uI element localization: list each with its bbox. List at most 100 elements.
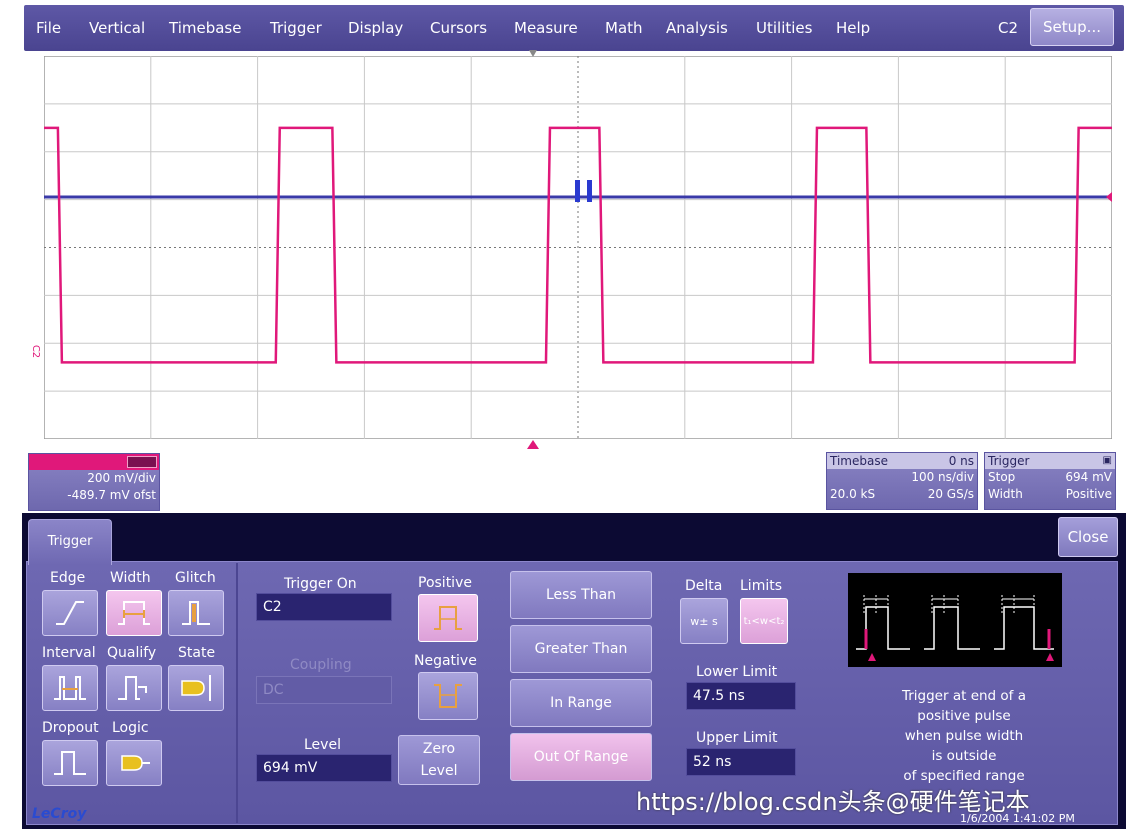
trigger-type-edge-label: Edge [50, 570, 86, 586]
trigger-type-dropout[interactable] [42, 740, 98, 786]
active-channel-label: C2 [998, 19, 1019, 37]
menu-bar: File Vertical Timebase Trigger Display C… [24, 5, 1124, 51]
channel-scale: 200 mV/div [87, 471, 156, 485]
upper-limit-label: Upper Limit [696, 730, 778, 746]
zero-level-line1: Zero [422, 741, 456, 757]
menu-file[interactable]: File [36, 19, 61, 37]
delta-label: Delta [685, 578, 723, 594]
trigger-type-glitch-label: Glitch [175, 570, 216, 586]
menu-math[interactable]: Math [605, 19, 643, 37]
trigger-on-field[interactable]: C2 [256, 593, 392, 621]
time-zero-marker [529, 50, 537, 57]
upper-limit-field[interactable]: 52 ns [686, 748, 796, 776]
dropout-icon [54, 751, 86, 775]
channel-ground-marker: C2 [30, 344, 42, 359]
width-pulse-icon [118, 601, 150, 625]
coupling-field: DC [256, 676, 392, 704]
trigger-type-logic-label: Logic [112, 720, 149, 736]
trigger-type-width-label: Width [110, 570, 151, 586]
menu-utilities[interactable]: Utilities [756, 19, 812, 37]
trigger-box-title: Trigger [988, 454, 1030, 468]
menu-vertical[interactable]: Vertical [89, 19, 145, 37]
trigger-type-logic[interactable] [106, 740, 162, 786]
close-button[interactable]: Close [1058, 517, 1118, 557]
menu-timebase[interactable]: Timebase [169, 19, 241, 37]
lower-limit-label: Lower Limit [696, 664, 778, 680]
negative-pulse-icon [434, 684, 462, 708]
menu-analysis[interactable]: Analysis [666, 19, 728, 37]
trigger-type-width[interactable] [106, 590, 162, 636]
menu-help[interactable]: Help [836, 19, 870, 37]
trigger-preview-diagram [848, 573, 1062, 667]
channel-color-bar [29, 454, 159, 470]
zero-level-button[interactable]: Zero Level [398, 735, 480, 785]
trigger-point-marker-2 [587, 180, 592, 202]
trigger-type-state[interactable] [168, 665, 224, 711]
timebase-title: Timebase [830, 454, 888, 468]
trigger-point-marker [575, 180, 580, 202]
timebase-delay: 0 ns [948, 454, 974, 468]
tab-trigger[interactable]: Trigger [28, 519, 112, 565]
trigger-type-qualify-label: Qualify [107, 645, 157, 661]
polarity-negative[interactable] [418, 672, 478, 720]
setup-button[interactable]: Setup... [1030, 8, 1114, 46]
trigger-type-state-label: State [178, 645, 216, 661]
description-line-4: is outside [931, 748, 997, 764]
limits-label: Limits [740, 578, 782, 594]
dialog-separator [236, 563, 238, 823]
trigger-box-icon: ▣ [1102, 455, 1112, 466]
trigger-on-label: Trigger On [284, 576, 357, 592]
coupling-label: Coupling [290, 657, 352, 673]
condition-less-than-button[interactable]: Less Than [510, 571, 652, 619]
polarity-positive[interactable] [418, 594, 478, 642]
description-line-2: positive pulse [917, 708, 1011, 724]
trigger-type-qualify[interactable] [106, 665, 162, 711]
menu-measure[interactable]: Measure [514, 19, 578, 37]
trigger-type-readout: Width [988, 487, 1023, 501]
timebase-rate: 20 GS/s [927, 487, 974, 501]
trigger-description: Trigger at end of a positive pulse when … [866, 686, 1062, 786]
trigger-mode: Stop [988, 470, 1016, 484]
channel-descriptor-box[interactable]: 200 mV/div -489.7 mV ofst [28, 453, 160, 511]
positive-label: Positive [418, 575, 472, 591]
menu-trigger[interactable]: Trigger [270, 19, 322, 37]
waveform-grid[interactable] [44, 56, 1112, 439]
condition-greater-than-button[interactable]: Greater Than [510, 625, 652, 673]
description-line-3: when pulse width [904, 728, 1024, 744]
timebase-samples: 20.0 kS [830, 487, 876, 501]
watermark: https://blog.csdn头条@硬件笔记本 [636, 788, 1030, 816]
zero-level-line2: Level [420, 763, 458, 779]
brand-logo: LeCroy [32, 806, 87, 822]
condition-in-range-button[interactable]: In Range [510, 679, 652, 727]
glitch-icon [182, 601, 210, 625]
trigger-position-marker [527, 440, 539, 449]
trigger-type-interval[interactable] [42, 665, 98, 711]
timebase-time-div: 100 ns/div [911, 470, 974, 484]
trigger-type-glitch[interactable] [168, 590, 224, 636]
qualify-icon [118, 676, 147, 700]
lower-limit-field[interactable]: 47.5 ns [686, 682, 796, 710]
menu-cursors[interactable]: Cursors [430, 19, 487, 37]
state-icon [181, 675, 211, 701]
negative-label: Negative [414, 653, 477, 669]
level-field[interactable]: 694 mV [256, 754, 392, 782]
description-line-1: Trigger at end of a [901, 688, 1026, 704]
channel-swatch [127, 456, 157, 468]
trigger-type-dropout-label: Dropout [42, 720, 99, 736]
edge-icon [56, 601, 84, 625]
trigger-level-readout: 694 mV [1065, 470, 1112, 484]
limits-mode-button[interactable]: t₁<w<t₂ [740, 598, 788, 644]
timebase-descriptor-box[interactable]: Timebase 0 ns 100 ns/div 20.0 kS 20 GS/s [826, 452, 978, 510]
trigger-type-interval-label: Interval [42, 645, 96, 661]
trigger-descriptor-box[interactable]: Trigger ▣ Stop 694 mV Width Positive [984, 452, 1116, 510]
logic-gate-icon [121, 755, 150, 771]
menu-display[interactable]: Display [348, 19, 403, 37]
trigger-polarity-readout: Positive [1065, 487, 1112, 501]
interval-icon [54, 676, 86, 700]
trigger-type-edge[interactable] [42, 590, 98, 636]
condition-out-of-range-button[interactable]: Out Of Range [510, 733, 652, 781]
level-label: Level [304, 737, 341, 753]
channel-offset: -489.7 mV ofst [67, 488, 156, 502]
positive-pulse-icon [434, 606, 462, 630]
delta-mode-button[interactable]: w± s [680, 598, 728, 644]
